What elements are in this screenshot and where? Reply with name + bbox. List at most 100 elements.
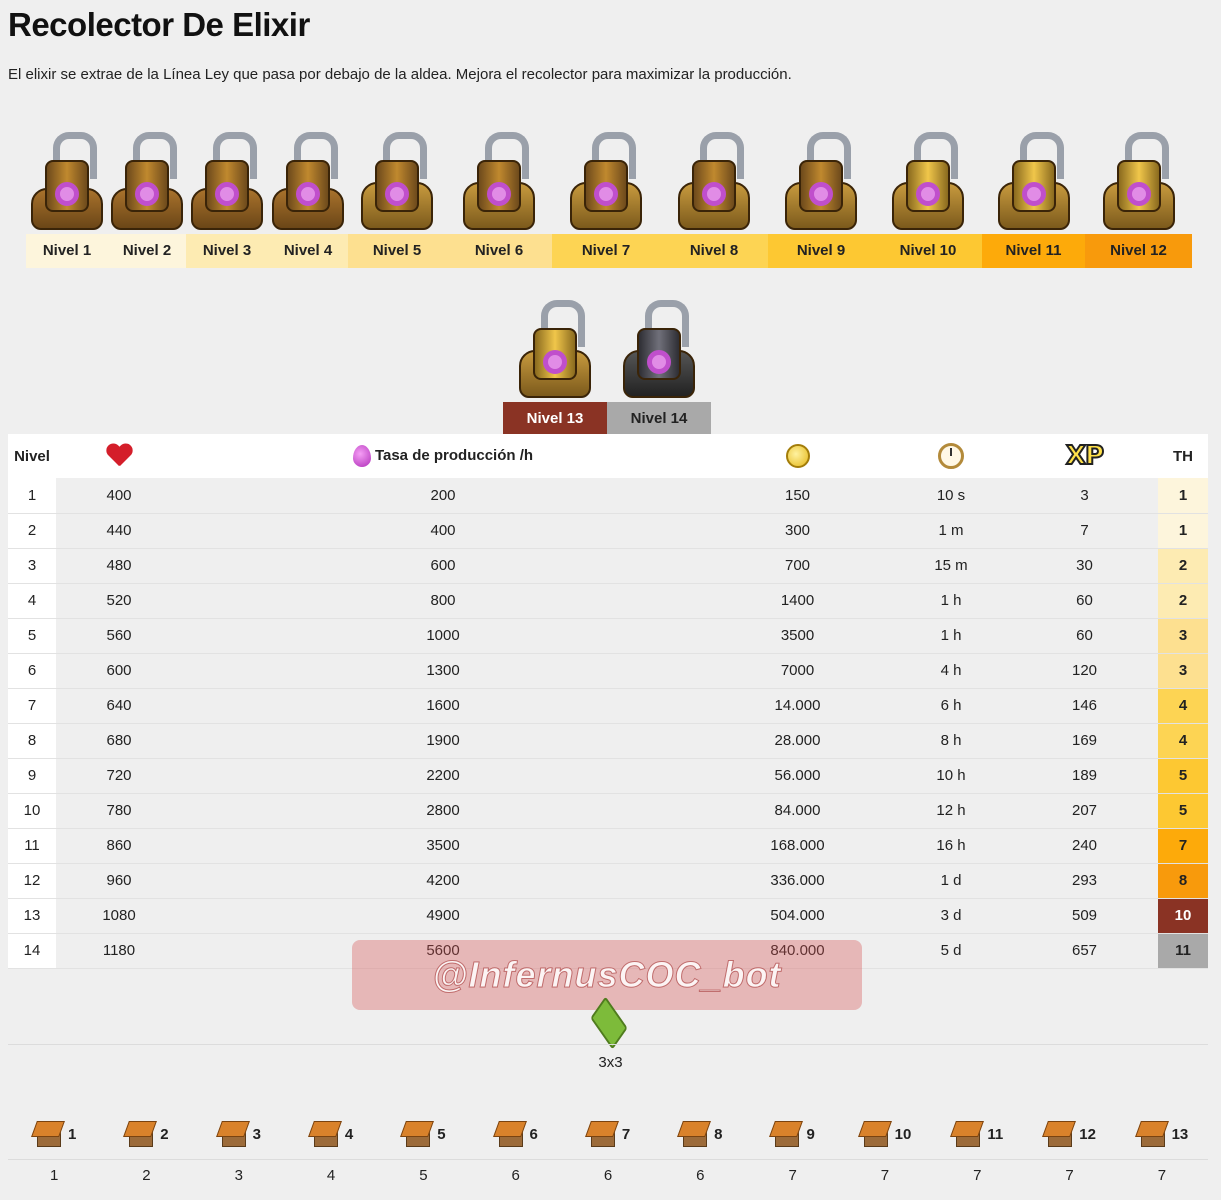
cost-cell: 1400 [704,583,891,618]
town-hall-column: 33 [193,1112,285,1196]
xp-cell: 120 [1011,653,1158,688]
level-tab[interactable]: Nivel 5 [348,100,446,268]
level-tab-label[interactable]: Nivel 12 [1085,234,1192,268]
hitpoints-cell: 480 [56,548,182,583]
level-image [1085,100,1192,234]
level-image [982,100,1085,234]
town-hall-column: 55 [377,1112,469,1196]
town-hall-level: 9 [806,1125,815,1143]
level-cell: 2 [8,513,56,548]
max-collectors-count: 7 [1065,1167,1074,1184]
production-cell: 2800 [182,793,704,828]
level-tab-label[interactable]: Nivel 7 [552,234,660,268]
heart-icon [106,444,132,468]
level-tab-label[interactable]: Nivel 14 [607,402,711,436]
table-header-row: Nivel Tasa de producción /h XP TH [8,434,1208,478]
level-tab[interactable]: Nivel 13 [503,268,607,436]
town-hall-level: 6 [529,1125,538,1143]
table-row: 6 600 1300 7000 4 h 120 3 [8,653,1208,688]
town-hall-column: 22 [100,1112,192,1196]
time-cell: 1 h [891,618,1011,653]
level-cell: 13 [8,898,56,933]
elixir-collector-image [623,298,695,398]
level-tab[interactable]: Nivel 6 [446,100,552,268]
town-hall-column: 44 [285,1112,377,1196]
level-tab[interactable]: Nivel 12 [1085,100,1192,268]
level-tab[interactable]: Nivel 2 [108,100,186,268]
level-tab-label[interactable]: Nivel 1 [26,234,108,268]
level-image [660,100,768,234]
level-tab-label[interactable]: Nivel 13 [503,402,607,436]
level-tab[interactable]: Nivel 9 [768,100,874,268]
production-cell: 400 [182,513,704,548]
hitpoints-cell: 780 [56,793,182,828]
hitpoints-cell: 400 [56,478,182,513]
cost-cell: 14.000 [704,688,891,723]
production-cell: 200 [182,478,704,513]
level-tab-label[interactable]: Nivel 6 [446,234,552,268]
town-hall-level: 5 [437,1125,446,1143]
production-cell: 1600 [182,688,704,723]
time-cell: 10 h [891,758,1011,793]
level-tab-label[interactable]: Nivel 2 [108,234,186,268]
town-hall-header: 6 [492,1112,538,1156]
level-tab-label[interactable]: Nivel 5 [348,234,446,268]
elixir-collector-image [191,130,263,230]
level-image [26,100,108,234]
page-title: Recolector De Elixir [8,6,310,43]
level-cell: 4 [8,583,56,618]
level-tab-label[interactable]: Nivel 3 [186,234,268,268]
level-tab-label[interactable]: Nivel 4 [268,234,348,268]
xp-cell: 3 [1011,478,1158,513]
level-image [607,268,711,402]
town-hall-header: 12 [1042,1112,1096,1156]
level-tab[interactable]: Nivel 14 [607,268,711,436]
town-hall-column: 13 7 [1116,1112,1208,1196]
town-hall-header: 3 [215,1112,261,1156]
cost-cell: 56.000 [704,758,891,793]
level-tab[interactable]: Nivel 11 [982,100,1085,268]
max-collectors-count: 4 [326,1167,336,1184]
level-tab[interactable]: Nivel 1 [26,100,108,268]
level-tab-label[interactable]: Nivel 8 [660,234,768,268]
level-tab[interactable]: Nivel 10 [874,100,982,268]
level-tab[interactable]: Nivel 3 [186,100,268,268]
cost-cell: 300 [704,513,891,548]
level-cell: 7 [8,688,56,723]
elixir-collector-image [519,298,591,398]
level-image [108,100,186,234]
xp-cell: 207 [1011,793,1158,828]
level-tabs-row-1: Nivel 1 Nivel 2 Nivel 3 Nivel 4 Nivel 5 Nivel… [26,100,1192,268]
town-hall-icon [857,1121,892,1147]
town-hall-header: 13 [1134,1112,1188,1156]
th-cell: 8 [1158,863,1208,898]
level-image [503,268,607,402]
town-hall-icon [1134,1121,1169,1147]
level-tab[interactable]: Nivel 7 [552,100,660,268]
max-collectors-count: 7 [973,1167,982,1184]
th-cell: 7 [1158,828,1208,863]
town-hall-column: 86 [654,1112,746,1196]
xp-cell: 293 [1011,863,1158,898]
town-hall-header: 5 [400,1112,446,1156]
level-cell: 6 [8,653,56,688]
level-tab-label[interactable]: Nivel 11 [982,234,1085,268]
header-production-label: Tasa de producción /h [374,446,534,464]
elixir-collector-image [570,130,642,230]
level-tab[interactable]: Nivel 8 [660,100,768,268]
th-cell: 5 [1158,758,1208,793]
time-cell: 10 s [891,478,1011,513]
max-collectors-count: 7 [880,1167,890,1184]
header-xp: XP [1011,434,1158,478]
level-tab[interactable]: Nivel 4 [268,100,348,268]
elixir-collector-image [785,130,857,230]
level-tab-label[interactable]: Nivel 10 [874,234,982,268]
cost-cell: 3500 [704,618,891,653]
town-hall-level: 7 [621,1125,631,1143]
level-tab-label[interactable]: Nivel 9 [768,234,874,268]
th-cell: 3 [1158,618,1208,653]
hitpoints-cell: 640 [56,688,182,723]
town-hall-header: 11 [950,1112,1003,1156]
time-cell: 4 h [891,653,1011,688]
town-hall-header: 4 [308,1112,353,1156]
